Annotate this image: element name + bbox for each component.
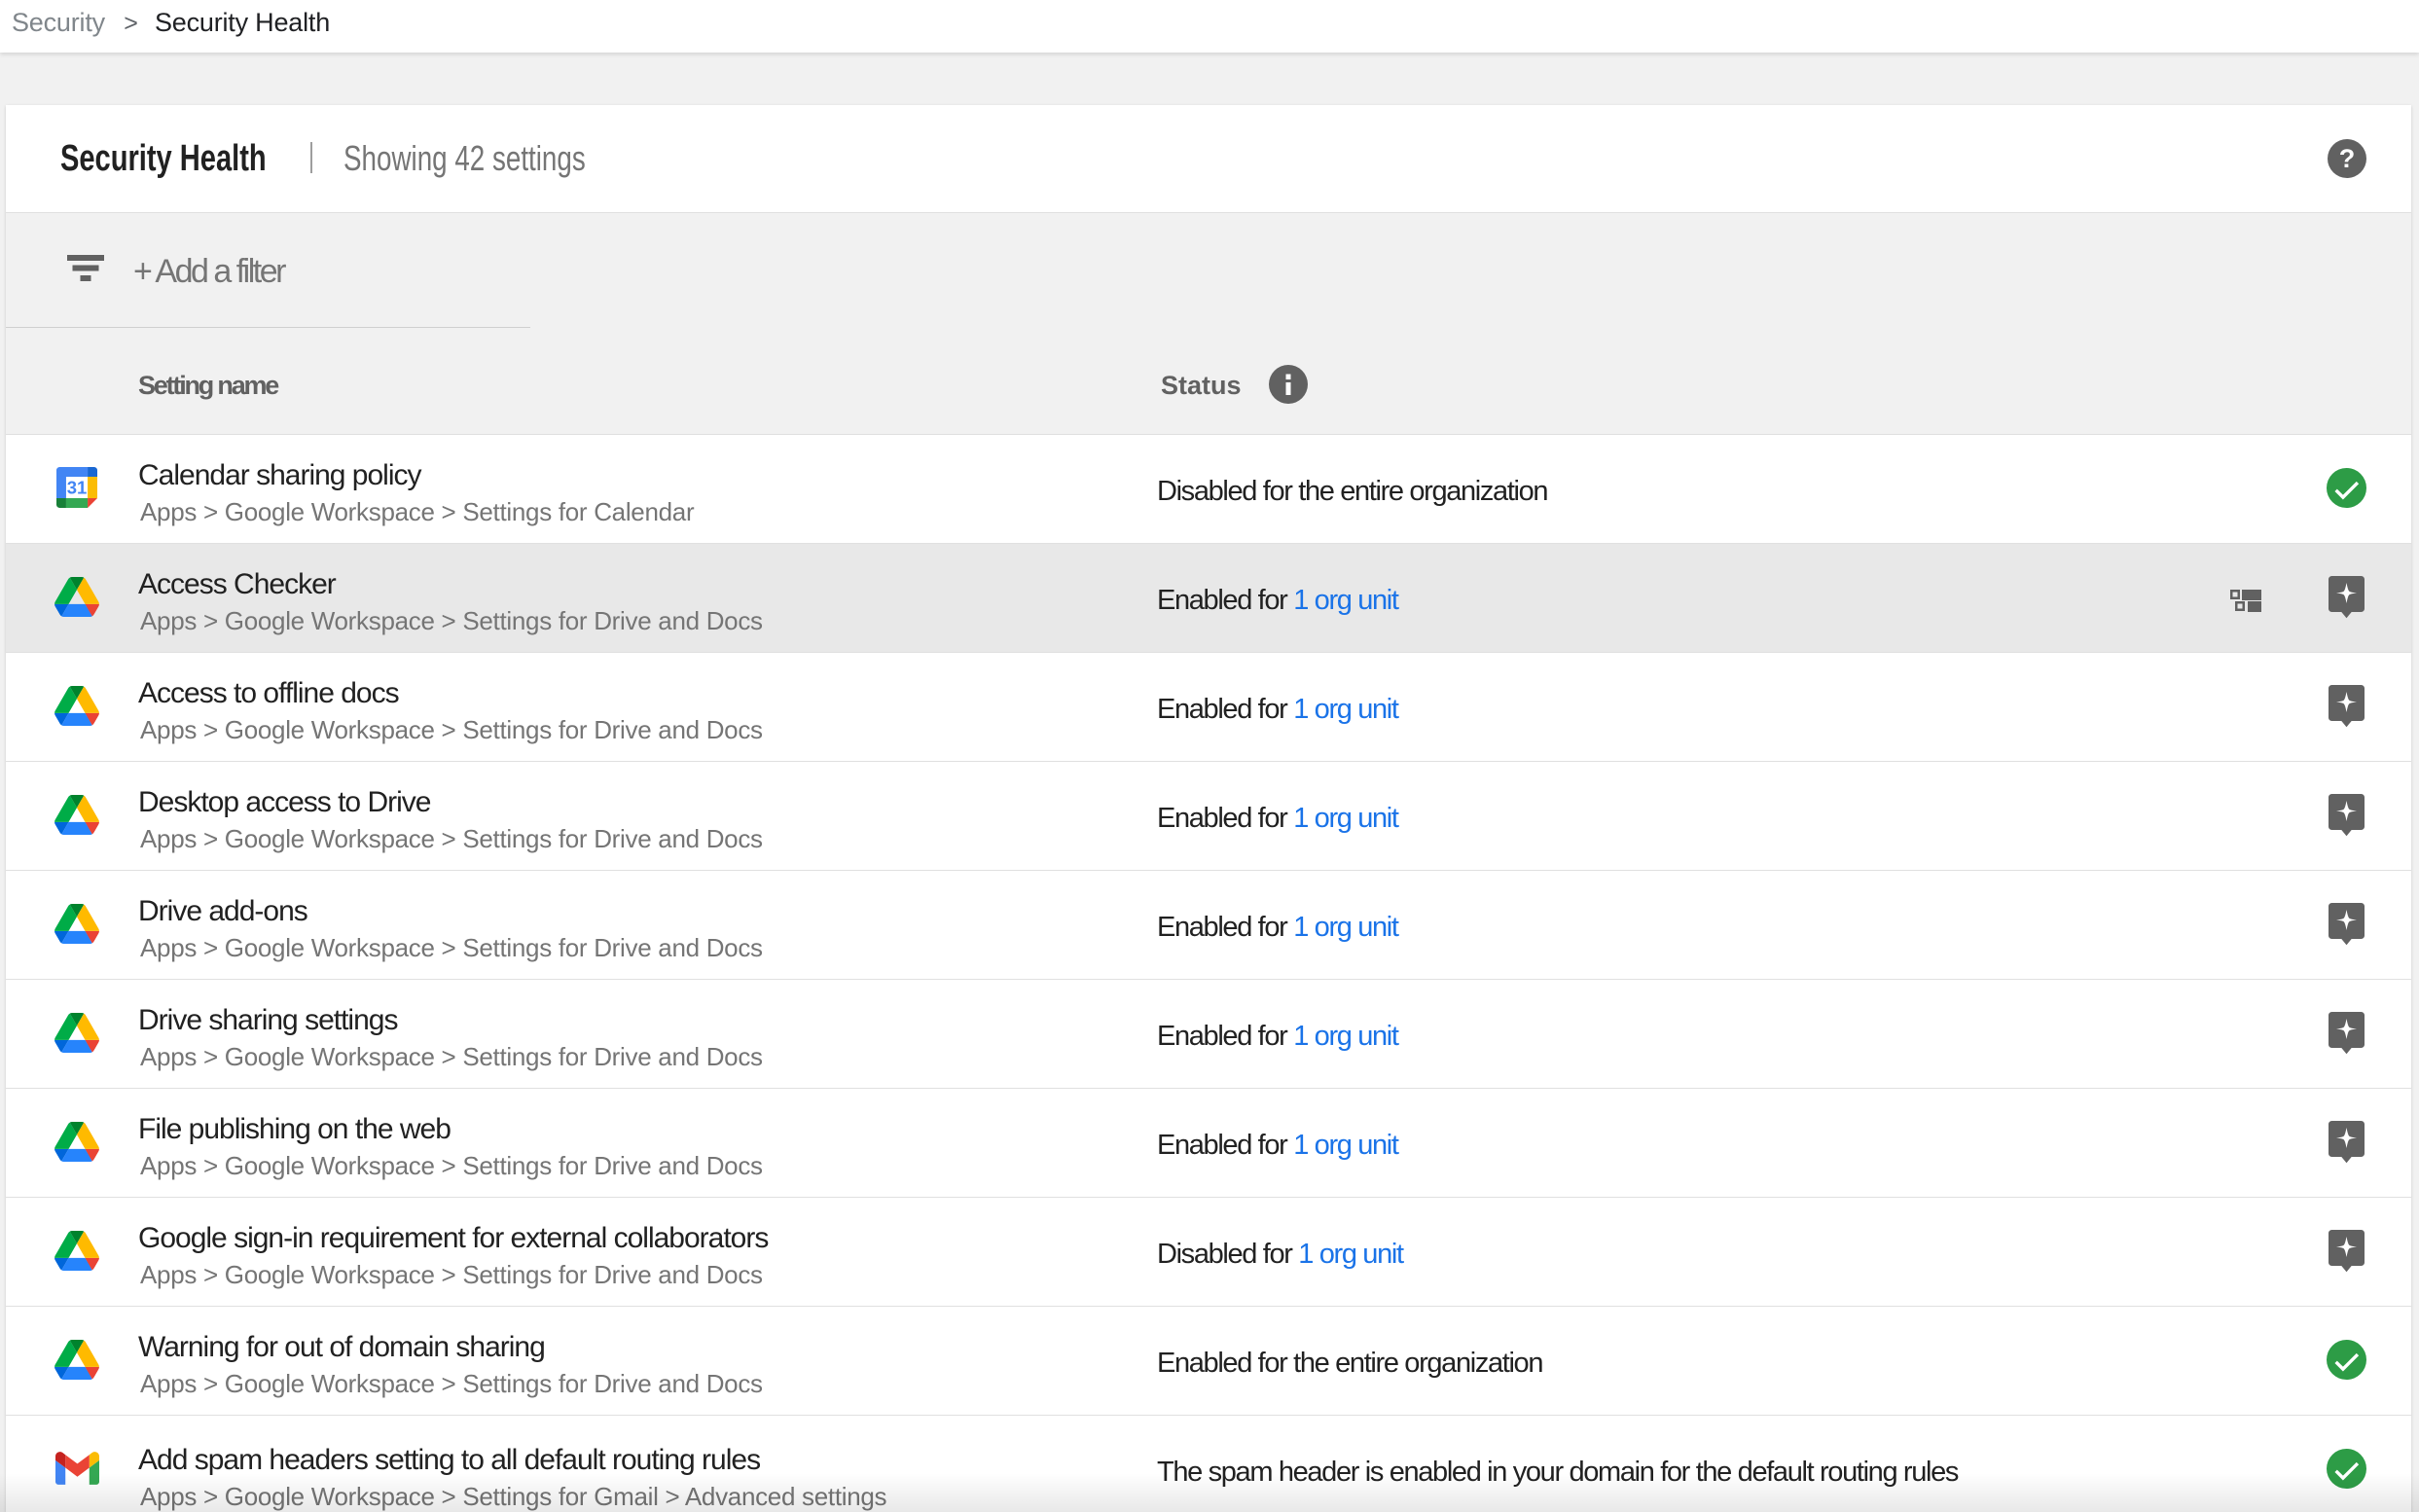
svg-text:31: 31 bbox=[67, 478, 88, 498]
